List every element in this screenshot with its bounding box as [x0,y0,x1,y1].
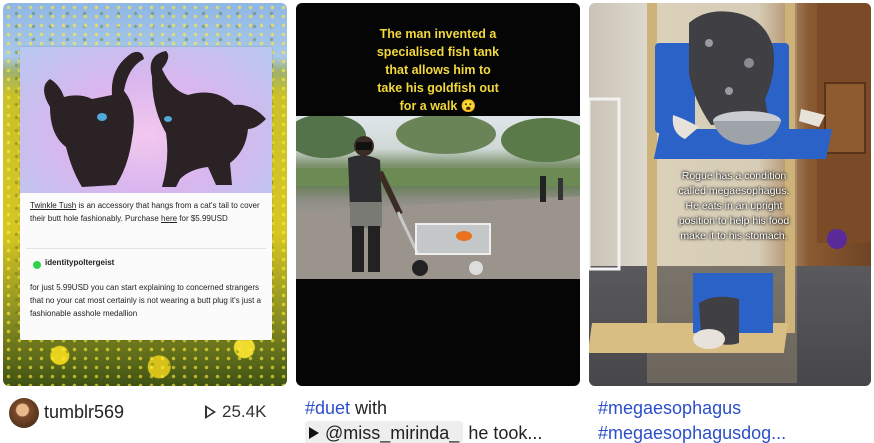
video-description: #duet with @miss_mirinda_ he took... [305,398,543,443]
video-overlay-caption: Rogue has a condition called megaesophag… [678,170,790,242]
video-overlay-caption: The man invented a specialised fish tank… [376,27,500,113]
purchase-link[interactable]: here [161,214,177,223]
twinkle-tush-link[interactable]: Twinkle Tush [30,201,76,210]
cats-image [20,47,272,193]
hashtag-link[interactable]: #megaesophagus [598,398,741,418]
online-status-dot [33,261,41,269]
two-cats-illustration [44,51,266,187]
video-card-bailey-chair-dog[interactable]: Rogue has a condition called megaesophag… [589,3,871,386]
video-description: #megaesophagus #megaesophagusdog... [598,396,870,443]
play-filled-icon [309,427,319,439]
hashtag-link[interactable]: #duet [305,398,350,418]
hashtag-link[interactable]: #megaesophagusdog... [598,423,786,443]
mention-label: @miss_mirinda_ [325,423,460,443]
video-card-tumblr[interactable]: Twinkle Tush is an accessory that hangs … [3,3,287,386]
post-caption: Twinkle Tush is an accessory that hangs … [30,201,260,223]
mention-chip[interactable]: @miss_mirinda_ [305,421,464,443]
author-avatar[interactable] [9,398,39,428]
reply-username: identitypoltergeist [45,258,115,267]
play-outline-icon [205,405,216,419]
fish-tank-video-frame [296,116,580,279]
description-tail: he took... [463,423,543,443]
man-walking-fish-tank-scene [296,116,580,279]
tumblr-post-screenshot: Twinkle Tush is an accessory that hangs … [20,47,272,340]
author-username[interactable]: tumblr569 [44,402,124,423]
reply-text: for just 5.99USD you can start explainin… [30,283,261,318]
divider [26,248,266,249]
video-card-fish-tank[interactable]: The man invented a specialised fish tank… [296,3,580,386]
video-grid: Twinkle Tush is an accessory that hangs … [0,0,874,443]
view-count: 25.4K [205,402,266,422]
view-count-label: 25.4K [222,402,267,421]
